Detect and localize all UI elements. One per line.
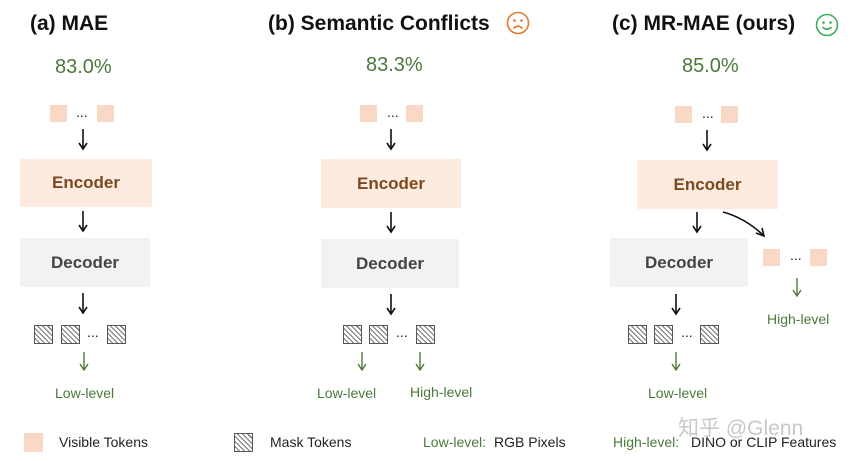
panel-b-accuracy: 83.3% xyxy=(366,54,423,76)
token-ellipsis: ... xyxy=(702,105,714,121)
down-arrow-icon xyxy=(78,293,88,315)
mask-token xyxy=(628,325,647,344)
panel-a-accuracy: 83.0% xyxy=(55,56,112,78)
down-arrow-icon xyxy=(357,352,367,372)
down-arrow-icon xyxy=(386,212,396,234)
visible-token xyxy=(675,106,692,123)
mask-token xyxy=(107,325,126,344)
panel-a-title: (a) MAE xyxy=(30,12,109,35)
panel-c-accuracy: 85.0% xyxy=(682,55,739,77)
legend-low-level-key: Low-level: xyxy=(423,434,487,450)
mask-token xyxy=(369,325,388,344)
sad-face-icon xyxy=(506,11,530,35)
low-level-label: Low-level xyxy=(648,385,708,401)
down-arrow-icon xyxy=(386,129,396,151)
low-level-label: Low-level xyxy=(55,385,115,401)
visible-token xyxy=(810,249,827,266)
down-arrow-icon xyxy=(702,130,712,152)
down-arrow-icon xyxy=(79,352,89,372)
visible-token xyxy=(50,105,67,122)
visible-token xyxy=(406,105,423,122)
decoder-block: Decoder xyxy=(321,239,459,288)
decoder-block: Decoder xyxy=(610,238,748,287)
down-arrow-icon xyxy=(792,278,802,298)
mask-token xyxy=(343,325,362,344)
visible-token xyxy=(360,105,377,122)
down-arrow-icon xyxy=(78,129,88,151)
legend-high-level-key: High-level: xyxy=(613,434,680,450)
high-level-label: High-level xyxy=(410,384,473,400)
token-ellipsis: ... xyxy=(87,324,99,340)
legend-mask-token-swatch xyxy=(234,433,253,452)
token-ellipsis: ... xyxy=(387,104,399,120)
mask-token xyxy=(700,325,719,344)
legend-visible-tokens-label: Visible Tokens xyxy=(59,434,148,450)
visible-token xyxy=(721,106,738,123)
encoder-block: Encoder xyxy=(321,159,461,208)
visible-token xyxy=(763,249,780,266)
watermark-text: 知乎 @Glenn xyxy=(678,417,804,440)
token-ellipsis: ... xyxy=(681,324,693,340)
mask-token xyxy=(654,325,673,344)
happy-face-icon xyxy=(815,13,839,37)
decoder-block: Decoder xyxy=(20,238,150,287)
legend-mask-tokens-label: Mask Tokens xyxy=(270,434,352,450)
down-arrow-icon xyxy=(692,212,702,234)
encoder-block: Encoder xyxy=(637,160,778,209)
down-arrow-icon xyxy=(386,294,396,316)
encoder-block: Encoder xyxy=(20,159,152,207)
panel-b-title: (b) Semantic Conflicts xyxy=(268,12,490,35)
mask-token xyxy=(61,325,80,344)
down-arrow-icon xyxy=(671,294,681,316)
down-arrow-icon xyxy=(78,211,88,233)
legend-visible-token-swatch xyxy=(24,433,43,452)
token-ellipsis: ... xyxy=(76,104,88,120)
panel-c-title: (c) MR-MAE (ours) xyxy=(612,12,796,35)
mask-token xyxy=(34,325,53,344)
down-arrow-icon xyxy=(415,352,425,372)
token-ellipsis: ... xyxy=(396,324,408,340)
visible-token xyxy=(97,105,114,122)
token-ellipsis: ... xyxy=(790,247,802,263)
mask-token xyxy=(416,325,435,344)
low-level-label: Low-level xyxy=(317,385,377,401)
high-level-label: High-level xyxy=(767,311,830,327)
legend-low-level-value: RGB Pixels xyxy=(494,434,566,450)
down-arrow-icon xyxy=(671,352,681,372)
